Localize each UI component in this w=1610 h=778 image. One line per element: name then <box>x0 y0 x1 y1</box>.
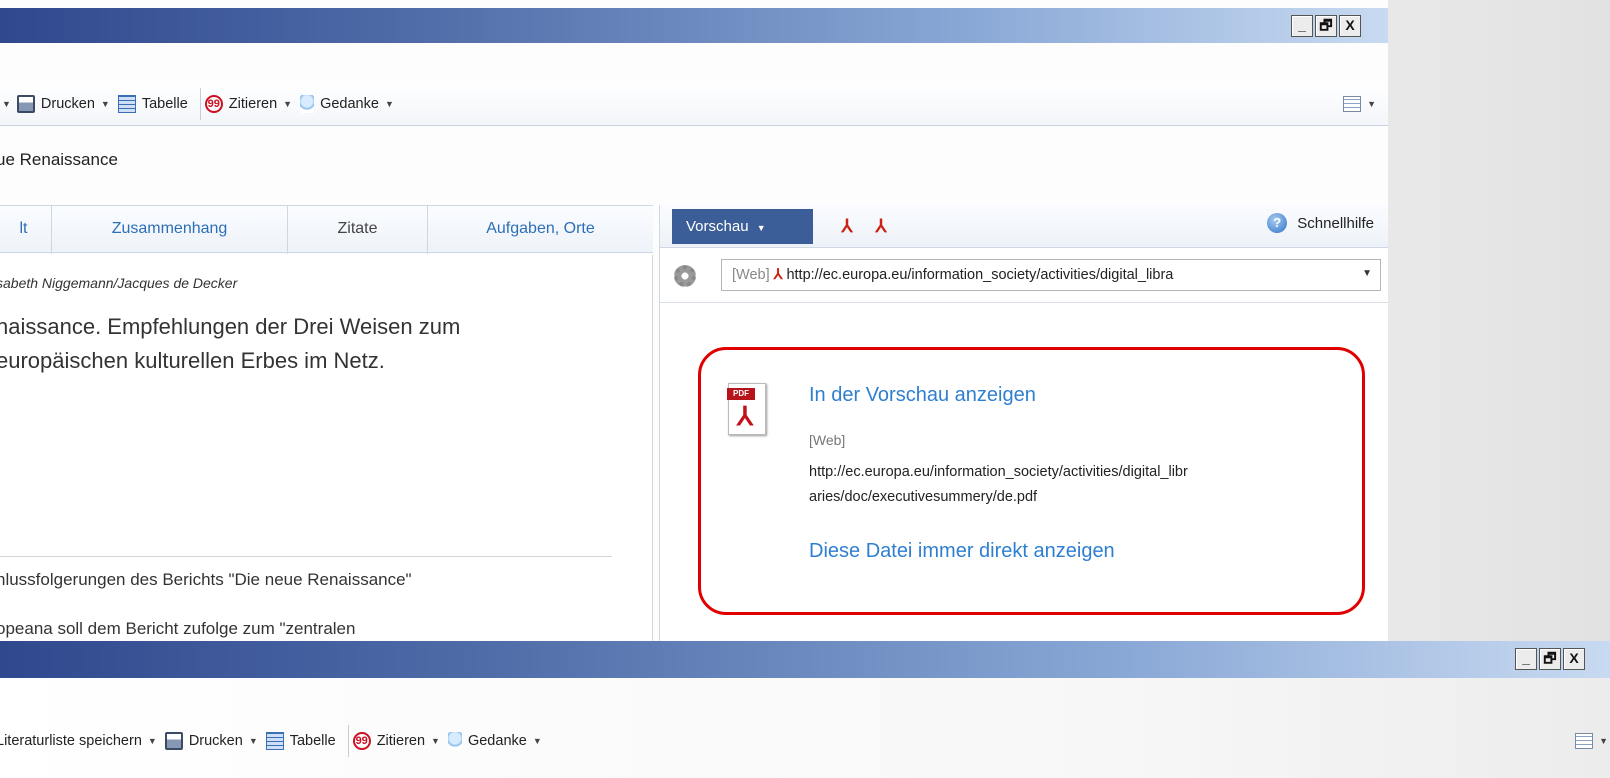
thought-label: Gedanke <box>320 95 379 112</box>
table-button[interactable]: Tabelle <box>117 94 188 113</box>
table-label: Tabelle <box>289 733 336 749</box>
chevron-down-icon: ▼ <box>431 736 440 746</box>
help-icon: ? <box>1267 213 1288 233</box>
print-label: Drucken <box>40 95 95 112</box>
toolbar-divider <box>199 87 201 120</box>
chevron-down-icon: ▼ <box>1599 736 1608 746</box>
print-label: Drucken <box>188 733 243 749</box>
show-in-preview-link[interactable]: In der Vorschau anzeigen <box>809 384 1036 407</box>
url-value: http://ec.europa.eu/information_society/… <box>786 267 1174 283</box>
close-button[interactable]: X <box>1563 648 1585 670</box>
title-bar: _ 🗗 X <box>0 641 1610 678</box>
bottom-window: _ 🗗 X Literaturliste speichern ▼ Drucken… <box>0 641 1610 778</box>
pdf-icon[interactable]: ⅄ <box>836 215 858 237</box>
pdf-file-icon: PDF ⅄ <box>727 383 766 435</box>
window-controls: _ 🗗 X <box>1291 15 1361 37</box>
quick-help-link[interactable]: ? Schnellhilfe <box>1267 213 1374 233</box>
divider <box>0 556 612 557</box>
document-title: naissance. Empfehlungen der Drei Weisen … <box>0 310 616 378</box>
tab-tasks-places[interactable]: Aufgaben, Orte <box>428 206 653 254</box>
preview-dropdown-label: Vorschau <box>686 218 749 235</box>
close-button[interactable]: X <box>1339 15 1361 37</box>
tab-content[interactable]: lt <box>0 206 52 254</box>
layout-icon <box>1575 733 1594 749</box>
breadcrumb[interactable]: ue Renaissance <box>0 150 118 170</box>
url-select[interactable]: [Web] ⅄ http://ec.europa.eu/information_… <box>721 259 1381 291</box>
cite-button[interactable]: 99 Zitieren ▼ <box>204 94 293 113</box>
chevron-down-icon: ▼ <box>1362 268 1372 279</box>
pdf-icon[interactable]: ⅄ <box>870 215 892 237</box>
cite-label: Zitieren <box>376 733 426 749</box>
pdf-badge: PDF <box>727 388 755 400</box>
panel-header: Vorschau ▼ ⅄ ⅄ ? Schnellhilfe <box>660 205 1388 248</box>
chevron-down-icon: ▼ <box>248 736 258 746</box>
chevron-down-icon: ▼ <box>2 98 11 109</box>
web-tag: [Web] <box>809 432 846 448</box>
printer-icon <box>16 94 35 113</box>
main-toolbar: Literaturliste speichern ▼ Drucken ▼ Tab… <box>0 719 1610 763</box>
preview-dropdown[interactable]: Vorschau ▼ <box>672 209 813 244</box>
title-line: naissance. Empfehlungen der Drei Weisen … <box>0 314 461 339</box>
paragraph: opeana soll dem Bericht zufolge zum "zen… <box>0 619 356 638</box>
thought-button[interactable]: Gedanke ▼ <box>300 94 394 113</box>
quick-help-label: Schnellhilfe <box>1297 214 1374 232</box>
file-url: http://ec.europa.eu/information_society/… <box>809 460 1349 510</box>
layout-icon <box>1343 95 1362 112</box>
printer-icon <box>164 732 183 750</box>
pdf-icon: ⅄ <box>773 267 783 283</box>
minimize-button[interactable]: _ <box>1291 15 1313 37</box>
title-bar: _ 🗗 X <box>0 8 1388 43</box>
restore-button[interactable]: 🗗 <box>1315 15 1337 37</box>
url-line: aries/doc/executivesummery/de.pdf <box>809 489 1038 505</box>
tab-quotes[interactable]: Zitate <box>288 206 428 254</box>
thought-label: Gedanke <box>467 733 527 749</box>
lightbulb-icon <box>447 732 462 750</box>
main-toolbar: ▼ Drucken ▼ Tabelle 99 Zitieren ▼ Gedank… <box>0 82 1388 126</box>
chevron-down-icon: ▼ <box>1367 98 1376 109</box>
quote-icon: 99 <box>352 732 371 750</box>
url-row: [Web] ⅄ http://ec.europa.eu/information_… <box>660 248 1388 303</box>
acrobat-icon: ⅄ <box>737 401 753 431</box>
top-window: _ 🗗 X ▼ Drucken ▼ Tabelle 99 Zitieren ▼ … <box>0 0 1388 641</box>
chevron-down-icon: ▼ <box>384 98 394 109</box>
web-tag: [Web] <box>732 267 770 283</box>
view-options-button[interactable]: ▼ <box>1343 95 1376 112</box>
save-list-label: Literaturliste speichern <box>0 733 142 749</box>
preview-popup: PDF ⅄ In der Vorschau anzeigen [Web] htt… <box>698 347 1365 615</box>
table-button[interactable]: Tabelle <box>265 732 336 750</box>
chevron-down-icon: ▼ <box>283 98 293 109</box>
table-label: Tabelle <box>141 95 188 112</box>
always-show-directly-link[interactable]: Diese Datei immer direkt anzeigen <box>809 540 1115 563</box>
print-button[interactable]: ▼ Drucken ▼ <box>2 94 110 113</box>
cite-button[interactable]: 99 Zitieren ▼ <box>352 732 440 750</box>
cite-label: Zitieren <box>228 95 278 112</box>
chevron-down-icon: ▼ <box>147 736 157 746</box>
chevron-down-icon: ▼ <box>100 98 110 109</box>
view-options-button[interactable]: ▼ <box>1575 733 1608 749</box>
chevron-down-icon: ▼ <box>532 736 542 746</box>
title-line: europäischen kulturellen Erbes im Netz. <box>0 348 385 373</box>
save-list-button[interactable]: Literaturliste speichern ▼ <box>0 733 157 749</box>
restore-button[interactable]: 🗗 <box>1539 648 1561 670</box>
lightbulb-icon <box>300 94 315 113</box>
authors-text: sabeth Niggemann/Jacques de Decker <box>0 275 238 291</box>
thought-button[interactable]: Gedanke ▼ <box>447 732 542 750</box>
table-icon <box>265 732 284 750</box>
preview-panel: Vorschau ▼ ⅄ ⅄ ? Schnellhilfe [Web] ⅄ ht… <box>659 205 1388 641</box>
table-icon <box>117 94 136 113</box>
print-button[interactable]: Drucken ▼ <box>164 732 258 750</box>
toolbar-divider <box>347 725 349 757</box>
minimize-button[interactable]: _ <box>1515 648 1537 670</box>
tab-bar: lt Zusammenhang Zitate Aufgaben, Orte <box>0 205 653 254</box>
tab-context[interactable]: Zusammenhang <box>52 206 288 254</box>
quote-icon: 99 <box>204 94 223 113</box>
chevron-down-icon: ▼ <box>756 223 766 233</box>
content-pane: sabeth Niggemann/Jacques de Decker naiss… <box>0 255 653 641</box>
paragraph: hlussfolgerungen des Berichts "Die neue … <box>0 570 412 589</box>
url-line: http://ec.europa.eu/information_society/… <box>809 464 1188 480</box>
window-controls: _ 🗗 X <box>1515 648 1585 670</box>
gear-icon[interactable] <box>674 265 696 287</box>
